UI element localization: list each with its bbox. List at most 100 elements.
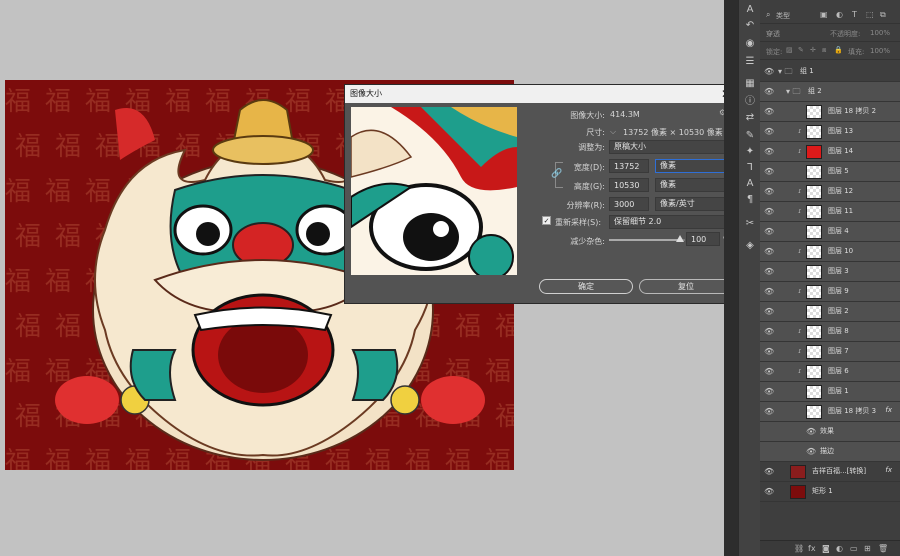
- styles-icon[interactable]: ⇄: [744, 112, 756, 124]
- layer-row[interactable]: 👁 图层 2: [760, 302, 900, 322]
- reduce-noise-slider[interactable]: [609, 235, 685, 242]
- ok-button[interactable]: 确定: [539, 279, 633, 294]
- layer-row[interactable]: 👁 图层 5: [760, 162, 900, 182]
- layer-row[interactable]: 👁 ɾ 图层 8: [760, 322, 900, 342]
- lock-all-icon[interactable]: 🔒: [834, 46, 843, 54]
- layer-row[interactable]: 👁 ▾ 🗀 组 2: [760, 82, 900, 102]
- height-input[interactable]: [609, 178, 649, 192]
- layer-name[interactable]: 矩形 1: [812, 486, 833, 496]
- visibility-eye-icon[interactable]: 👁: [764, 467, 774, 477]
- resolution-unit-select[interactable]: 像素/英寸▾: [655, 197, 733, 211]
- new-layer-icon[interactable]: ⊞: [864, 544, 871, 553]
- add-mask-icon[interactable]: ◙: [822, 544, 830, 553]
- filter-shape-icon[interactable]: ⬚: [866, 10, 874, 19]
- new-group-icon[interactable]: ▭: [850, 544, 858, 553]
- kind-filter-label[interactable]: 类型: [776, 11, 790, 21]
- paragraph-icon[interactable]: A: [744, 4, 756, 16]
- adjust-icon[interactable]: ☰: [744, 56, 756, 68]
- visibility-eye-icon[interactable]: 👁: [764, 367, 774, 377]
- layer-name[interactable]: 图层 6: [828, 366, 849, 376]
- layer-name[interactable]: 图层 4: [828, 226, 849, 236]
- layer-name[interactable]: 效果: [820, 426, 834, 436]
- layer-effects-icon[interactable]: fx: [885, 466, 892, 474]
- resample-select[interactable]: 保留细节 2.0▾: [609, 215, 733, 229]
- layer-name[interactable]: 图层 8: [828, 326, 849, 336]
- reset-button[interactable]: 复位: [639, 279, 733, 294]
- layer-effects-icon[interactable]: fx: [885, 406, 892, 414]
- filter-pixel-icon[interactable]: ▣: [820, 10, 828, 19]
- visibility-eye-icon[interactable]: 👁: [764, 87, 774, 97]
- layer-name[interactable]: 图层 12: [828, 186, 853, 196]
- layer-row[interactable]: 👁 ɾ 图层 14: [760, 142, 900, 162]
- lock-pixels-icon[interactable]: ✎: [798, 46, 804, 54]
- 3d-icon[interactable]: ◈: [744, 240, 756, 252]
- layer-name[interactable]: 图层 13: [828, 126, 853, 136]
- layer-row[interactable]: 👁 矩形 1: [760, 482, 900, 502]
- visibility-eye-icon[interactable]: 👁: [764, 247, 774, 257]
- layer-row[interactable]: 👁 图层 18 拷贝 3 fx: [760, 402, 900, 422]
- visibility-eye-icon[interactable]: 👁: [764, 387, 774, 397]
- visibility-eye-icon[interactable]: 👁: [764, 347, 774, 357]
- visibility-eye-icon[interactable]: 👁: [764, 187, 774, 197]
- layer-row[interactable]: 👁 ɾ 图层 11: [760, 202, 900, 222]
- history-icon[interactable]: ↶: [744, 20, 756, 32]
- layer-name[interactable]: 组 1: [800, 66, 814, 76]
- layer-name[interactable]: 图层 7: [828, 346, 849, 356]
- brush-icon[interactable]: ✎: [744, 130, 756, 142]
- layer-row[interactable]: 👁 图层 1: [760, 382, 900, 402]
- resolution-input[interactable]: [609, 197, 649, 211]
- layer-row[interactable]: 👁 图层 18 拷贝 2: [760, 102, 900, 122]
- fill-value[interactable]: 100%: [870, 47, 890, 55]
- tools-icon[interactable]: ✂: [744, 218, 756, 230]
- character-icon[interactable]: Ꞁ: [744, 162, 756, 174]
- paragraph-mark-icon[interactable]: ¶: [744, 194, 756, 206]
- visibility-eye-icon[interactable]: 👁: [764, 127, 774, 137]
- layer-name[interactable]: 图层 2: [828, 306, 849, 316]
- layer-row[interactable]: 👁 吉祥百福...[转换] fx: [760, 462, 900, 482]
- link-layers-icon[interactable]: ⛓: [794, 544, 804, 553]
- layer-row[interactable]: 👁 图层 3: [760, 262, 900, 282]
- lock-position-icon[interactable]: ✛: [810, 46, 816, 54]
- group-folder-icon[interactable]: ▾ 🗀: [786, 86, 801, 100]
- delete-layer-icon[interactable]: 🗑: [878, 544, 888, 553]
- layer-name[interactable]: 图层 11: [828, 206, 853, 216]
- slider-thumb[interactable]: [675, 235, 684, 242]
- layer-row[interactable]: 👁 ▾ 🗀 组 1: [760, 62, 900, 82]
- layer-name[interactable]: 图层 1: [828, 386, 849, 396]
- lock-transparency-icon[interactable]: ▨: [786, 46, 793, 54]
- swatches-icon[interactable]: ▦: [744, 78, 756, 90]
- layer-row[interactable]: 👁 ɾ 图层 6: [760, 362, 900, 382]
- visibility-eye-icon[interactable]: 👁: [764, 227, 774, 237]
- layer-name[interactable]: 图层 18 拷贝 3: [828, 406, 876, 416]
- filter-adjustment-icon[interactable]: ◐: [836, 10, 843, 19]
- add-style-icon[interactable]: fx: [808, 544, 816, 553]
- height-unit-select[interactable]: 像素▾: [655, 178, 733, 192]
- layer-name[interactable]: 图层 10: [828, 246, 853, 256]
- layer-name[interactable]: 图层 3: [828, 266, 849, 276]
- layer-row[interactable]: 👁 ɾ 图层 12: [760, 182, 900, 202]
- effect-eye-icon[interactable]: 👁: [806, 447, 816, 457]
- layer-row[interactable]: 👁 ɾ 图层 9: [760, 282, 900, 302]
- layer-name[interactable]: 组 2: [808, 86, 822, 96]
- layer-row[interactable]: 👁 描边: [760, 442, 900, 462]
- layer-row[interactable]: 👁 效果: [760, 422, 900, 442]
- blend-mode-select[interactable]: 穿透: [766, 29, 780, 39]
- layer-name[interactable]: 图层 9: [828, 286, 849, 296]
- visibility-eye-icon[interactable]: 👁: [764, 167, 774, 177]
- layer-name[interactable]: 图层 14: [828, 146, 853, 156]
- filter-search-icon[interactable]: ⌕: [766, 10, 770, 20]
- visibility-eye-icon[interactable]: 👁: [764, 147, 774, 157]
- clone-icon[interactable]: ✦: [744, 146, 756, 158]
- visibility-eye-icon[interactable]: 👁: [764, 267, 774, 277]
- lock-artboard-icon[interactable]: ⧈: [822, 46, 826, 55]
- group-folder-icon[interactable]: ▾ 🗀: [778, 66, 793, 80]
- layer-row[interactable]: 👁 ɾ 图层 13: [760, 122, 900, 142]
- visibility-eye-icon[interactable]: 👁: [764, 327, 774, 337]
- visibility-eye-icon[interactable]: 👁: [764, 407, 774, 417]
- visibility-eye-icon[interactable]: 👁: [764, 207, 774, 217]
- layer-row[interactable]: 👁 ɾ 图层 7: [760, 342, 900, 362]
- width-input[interactable]: [609, 159, 649, 173]
- layer-row[interactable]: 👁 ɾ 图层 10: [760, 242, 900, 262]
- visibility-eye-icon[interactable]: 👁: [764, 287, 774, 297]
- layer-name[interactable]: 吉祥百福...[转换]: [812, 466, 866, 476]
